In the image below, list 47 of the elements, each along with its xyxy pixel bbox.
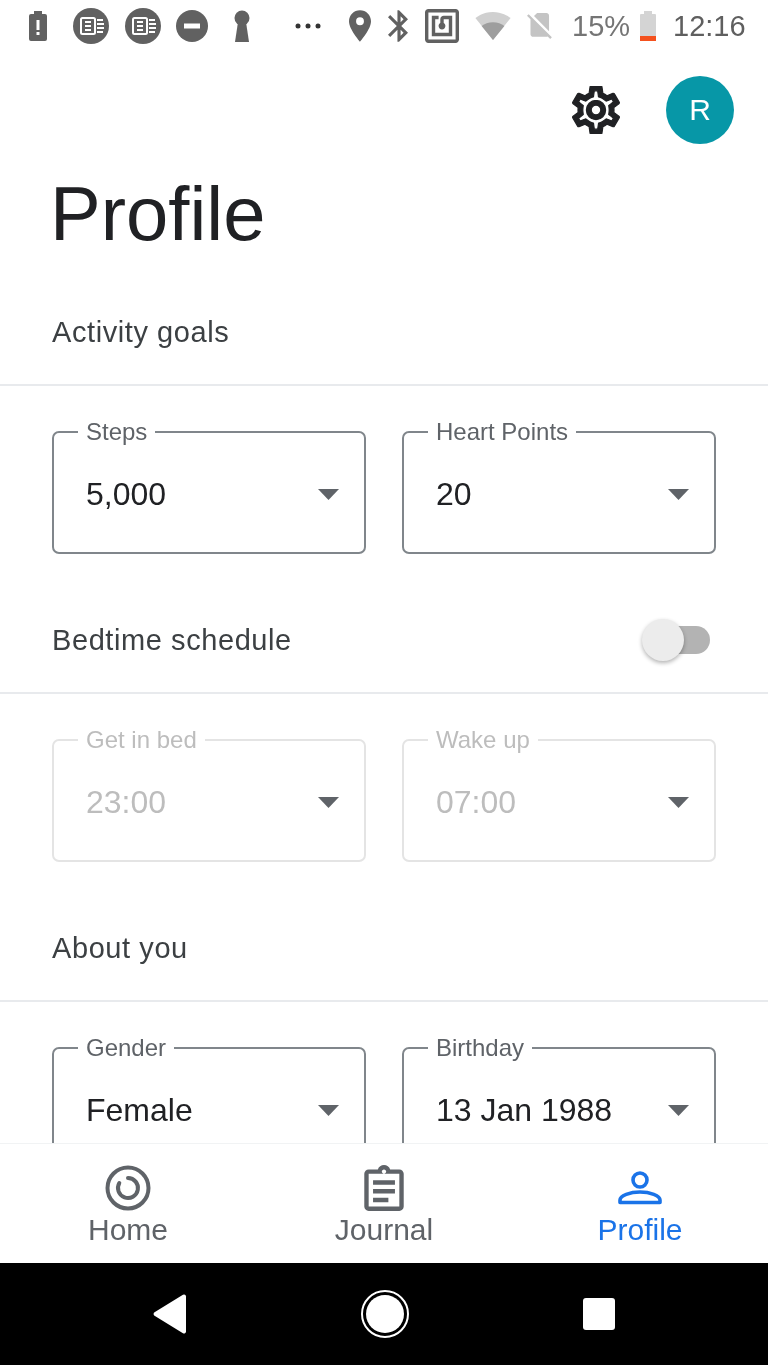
toggle-switch[interactable] xyxy=(642,619,710,661)
app-notification-icon xyxy=(125,8,161,44)
field-value: 13 Jan 1988 xyxy=(435,1091,613,1129)
caret-down-icon xyxy=(668,1104,689,1116)
field-value: Female xyxy=(85,1091,193,1129)
section-heading: Bedtime schedule xyxy=(52,623,292,658)
field-label: Wake up xyxy=(435,727,531,753)
clipboard-icon xyxy=(363,1165,405,1211)
field-value: 07:00 xyxy=(435,783,517,821)
battery-percent: 15% xyxy=(572,9,631,43)
more-dots-icon xyxy=(295,23,321,29)
caret-down-icon xyxy=(668,796,689,808)
caret-down-icon xyxy=(668,488,689,500)
caret-down-icon xyxy=(318,1104,339,1116)
clock-time: 12:16 xyxy=(673,9,746,43)
field-label: Steps xyxy=(85,419,149,445)
keyhole-icon xyxy=(232,10,252,42)
section-heading: Activity goals xyxy=(52,315,230,350)
nav-tab[interactable]: Profile xyxy=(512,1144,768,1263)
home-icon[interactable] xyxy=(361,1290,409,1338)
field-label: Gender xyxy=(85,1035,168,1061)
nav-tab[interactable]: Home xyxy=(0,1144,256,1263)
page-title: Profile xyxy=(49,176,267,252)
ring-icon xyxy=(105,1165,151,1211)
person-icon xyxy=(616,1171,664,1205)
caret-down-icon xyxy=(318,488,339,500)
minus-circle-icon xyxy=(176,10,208,42)
bluetooth-icon xyxy=(388,10,408,42)
app-notification-icon xyxy=(73,8,109,44)
field-value: 20 xyxy=(435,475,472,513)
wifi-icon xyxy=(474,12,512,40)
battery-icon xyxy=(640,11,657,41)
avatar[interactable]: R xyxy=(666,76,734,144)
location-pin-icon xyxy=(349,10,371,42)
section-heading: About you xyxy=(52,931,188,966)
field-label: Get in bed xyxy=(85,727,198,753)
settings-icon[interactable] xyxy=(572,86,620,134)
back-icon[interactable] xyxy=(152,1294,188,1334)
field-label: Birthday xyxy=(435,1035,526,1061)
nav-tab[interactable]: Journal xyxy=(256,1144,512,1263)
nfc-icon xyxy=(425,9,459,43)
field-value: 23:00 xyxy=(85,783,167,821)
caret-down-icon xyxy=(318,796,339,808)
field-value: 5,000 xyxy=(85,475,167,513)
field-label: Heart Points xyxy=(435,419,570,445)
no-sim-icon xyxy=(527,11,553,41)
battery-alert-icon xyxy=(29,11,47,41)
